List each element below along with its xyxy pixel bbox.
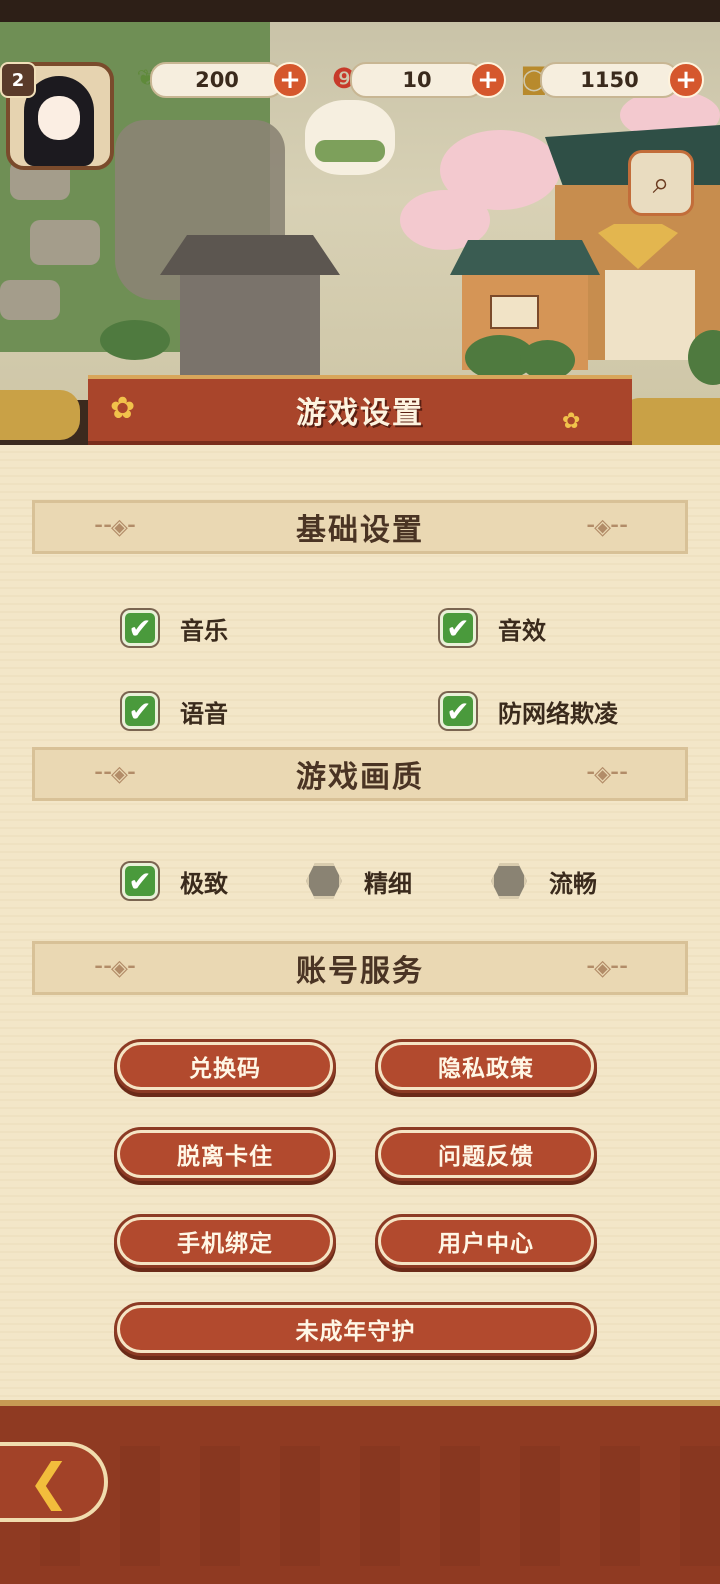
option-label: 流畅 (549, 869, 597, 898)
option-label: 极致 (180, 869, 228, 898)
option-label: 防网络欺凌 (498, 699, 618, 728)
radio-selected-icon[interactable]: ✔ (122, 863, 158, 899)
section-title: 游戏画质 (296, 760, 424, 795)
add-coin-button[interactable]: + (668, 62, 704, 98)
feedback-button[interactable]: 问题反馈 (378, 1130, 594, 1178)
quality-option-smooth[interactable]: 流畅 (491, 861, 597, 901)
shop-roof (450, 240, 600, 275)
option-label: 音乐 (180, 616, 228, 645)
option-label: 精细 (364, 869, 412, 898)
checkbox-checked-icon[interactable]: ✔ (122, 693, 158, 729)
section-header-basic: ⁃⁃◈⁃ 基础设置 ⁃◈⁃⁃ (32, 500, 688, 554)
dialog-title: 游戏设置 (296, 396, 424, 431)
avatar-face (38, 96, 80, 140)
user-center-button[interactable]: 用户中心 (378, 1217, 594, 1265)
bush (100, 320, 170, 360)
player-level-badge: 2 (0, 62, 36, 98)
toggle-sound-effects[interactable]: ✔ 音效 (440, 608, 546, 648)
scroll-search-icon[interactable]: ⌕ (628, 150, 694, 216)
ornament-icon: ⁃⁃◈⁃ (93, 956, 137, 981)
radio-unselected-icon[interactable] (491, 863, 527, 899)
ornament-icon: ⁃◈⁃⁃ (585, 956, 629, 981)
bottom-bar (0, 1400, 720, 1584)
radio-unselected-icon[interactable] (306, 863, 342, 899)
privacy-policy-button[interactable]: 隐私政策 (378, 1042, 594, 1090)
add-leaf-button[interactable]: + (272, 62, 308, 98)
cat-scarf (315, 140, 385, 162)
redeem-code-button[interactable]: 兑换码 (117, 1042, 333, 1090)
stone (0, 280, 60, 320)
phone-binding-button[interactable]: 手机绑定 (117, 1217, 333, 1265)
section-title: 账号服务 (296, 954, 424, 989)
shrine-roof (160, 235, 340, 275)
flower-icon: ✿ (110, 391, 136, 426)
checkbox-checked-icon[interactable]: ✔ (440, 693, 476, 729)
ornament-icon: ⁃⁃◈⁃ (93, 762, 137, 787)
toggle-music[interactable]: ✔ 音乐 (122, 608, 228, 648)
coin-resource-value: 1150 (540, 62, 679, 98)
magatama-resource-value: 10 (350, 62, 484, 98)
unstuck-button[interactable]: 脱离卡住 (117, 1130, 333, 1178)
quality-option-fine[interactable]: 精细 (306, 861, 412, 901)
shrine-body (180, 275, 320, 375)
wave-pattern (0, 1446, 720, 1566)
leaf-resource-value: 200 (150, 62, 284, 98)
minor-protection-button[interactable]: 未成年守护 (117, 1305, 594, 1353)
checkbox-checked-icon[interactable]: ✔ (440, 610, 476, 646)
quality-option-ultra[interactable]: ✔ 极致 (122, 861, 228, 901)
temple-door (605, 270, 695, 360)
add-magatama-button[interactable]: + (470, 62, 506, 98)
settings-panel (0, 445, 720, 1400)
option-label: 音效 (498, 616, 546, 645)
back-arrow-icon[interactable]: ❮ (0, 1442, 108, 1522)
toggle-anti-cyberbullying[interactable]: ✔ 防网络欺凌 (440, 691, 618, 731)
section-title: 基础设置 (296, 513, 424, 548)
ornament-icon: ⁃◈⁃⁃ (585, 515, 629, 540)
ruined-shrine[interactable] (160, 235, 340, 375)
settings-title-banner: ✿ 游戏设置 ✿ (88, 375, 632, 445)
ornament-icon: ⁃⁃◈⁃ (93, 515, 137, 540)
tomato-sign-icon (490, 295, 539, 329)
section-header-quality: ⁃⁃◈⁃ 游戏画质 ⁃◈⁃⁃ (32, 747, 688, 801)
lucky-cat-character[interactable] (305, 100, 395, 175)
flower-icon: ✿ (562, 409, 581, 434)
banner-gold-ribbon-left (0, 390, 80, 440)
option-label: 语音 (180, 699, 228, 728)
banner-gold-ribbon-right (620, 398, 720, 450)
checkbox-checked-icon[interactable]: ✔ (122, 610, 158, 646)
toggle-voice[interactable]: ✔ 语音 (122, 691, 228, 731)
stone (30, 220, 100, 265)
ornament-icon: ⁃◈⁃⁃ (585, 762, 629, 787)
bush (520, 340, 575, 380)
section-header-account: ⁃⁃◈⁃ 账号服务 ⁃◈⁃⁃ (32, 941, 688, 995)
